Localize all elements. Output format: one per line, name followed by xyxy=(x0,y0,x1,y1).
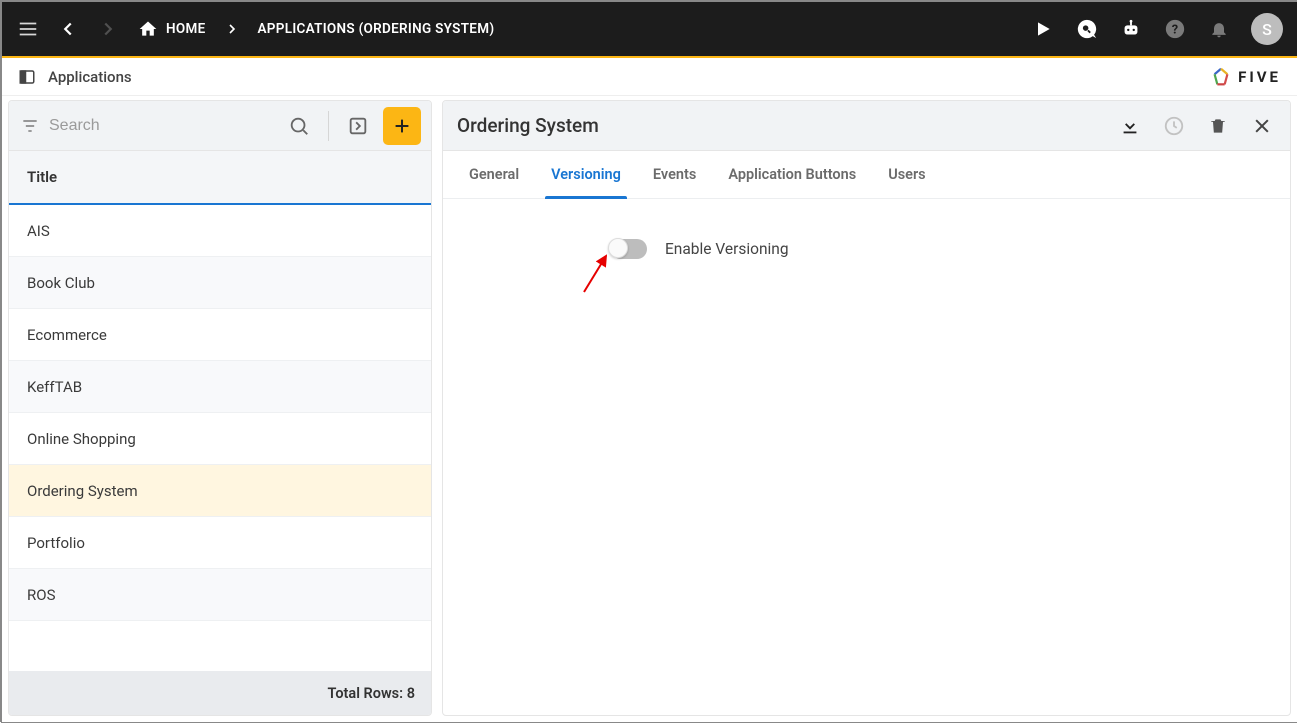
panel-icon xyxy=(18,68,36,86)
tab-application-buttons[interactable]: Application Buttons xyxy=(712,151,872,198)
download-icon[interactable] xyxy=(1116,112,1144,140)
svg-text:?: ? xyxy=(1172,23,1178,38)
breadcrumb: HOME APPLICATIONS (ORDERING SYSTEM) xyxy=(136,17,494,41)
detail-panel: Ordering System GeneralVersioningEventsA… xyxy=(442,100,1291,716)
chevron-right-icon xyxy=(224,21,240,37)
history-icon[interactable] xyxy=(1160,112,1188,140)
list-item[interactable]: ROS xyxy=(9,569,431,621)
list-footer: Total Rows: 8 xyxy=(9,671,431,715)
delete-icon[interactable] xyxy=(1204,112,1232,140)
filter-icon[interactable] xyxy=(19,116,41,136)
home-icon[interactable] xyxy=(136,17,160,41)
logo-text: FIVE xyxy=(1238,68,1281,86)
import-icon[interactable] xyxy=(341,109,375,143)
breadcrumb-home[interactable]: HOME xyxy=(166,21,206,37)
bot-icon[interactable] xyxy=(1119,17,1143,41)
tab-versioning[interactable]: Versioning xyxy=(535,151,637,198)
tab-content-versioning: Enable Versioning xyxy=(443,199,1290,715)
top-bar: HOME APPLICATIONS (ORDERING SYSTEM) ? S xyxy=(2,2,1297,56)
search-comment-icon[interactable] xyxy=(1075,17,1099,41)
play-icon[interactable] xyxy=(1031,17,1055,41)
forward-icon xyxy=(96,17,120,41)
bell-icon[interactable] xyxy=(1207,17,1231,41)
list-item[interactable]: Online Shopping xyxy=(9,413,431,465)
search-bar xyxy=(9,101,431,151)
breadcrumb-current[interactable]: APPLICATIONS (ORDERING SYSTEM) xyxy=(258,21,495,37)
list-item[interactable]: Ordering System xyxy=(9,465,431,517)
footer-count: 8 xyxy=(407,685,415,702)
search-icon[interactable] xyxy=(282,109,316,143)
menu-icon[interactable] xyxy=(16,17,40,41)
tab-events[interactable]: Events xyxy=(637,151,712,198)
tab-general[interactable]: General xyxy=(453,151,535,198)
list-item[interactable]: Ecommerce xyxy=(9,309,431,361)
list-item[interactable]: KeffTAB xyxy=(9,361,431,413)
applications-list: AISBook ClubEcommerceKeffTABOnline Shopp… xyxy=(9,205,431,671)
divider xyxy=(328,111,329,141)
page-title: Applications xyxy=(48,68,132,86)
sub-header: Applications FIVE xyxy=(2,58,1297,96)
avatar[interactable]: S xyxy=(1251,13,1283,45)
detail-tabs: GeneralVersioningEventsApplication Butto… xyxy=(443,151,1290,199)
footer-label: Total Rows: xyxy=(328,685,404,702)
close-icon[interactable] xyxy=(1248,112,1276,140)
detail-header: Ordering System xyxy=(443,101,1290,151)
enable-versioning-toggle[interactable] xyxy=(611,239,647,259)
list-item[interactable]: AIS xyxy=(9,205,431,257)
column-header-title[interactable]: Title xyxy=(9,151,431,205)
list-item[interactable]: Portfolio xyxy=(9,517,431,569)
applications-list-panel: Title AISBook ClubEcommerceKeffTABOnline… xyxy=(8,100,432,716)
help-icon[interactable]: ? xyxy=(1163,17,1187,41)
back-icon[interactable] xyxy=(56,17,80,41)
list-item[interactable]: Book Club xyxy=(9,257,431,309)
add-button[interactable] xyxy=(383,107,421,145)
enable-versioning-label: Enable Versioning xyxy=(665,240,789,258)
avatar-initial: S xyxy=(1262,20,1272,39)
logo: FIVE xyxy=(1210,66,1281,88)
detail-title: Ordering System xyxy=(457,114,599,137)
tab-users[interactable]: Users xyxy=(872,151,941,198)
search-input[interactable] xyxy=(49,117,274,135)
